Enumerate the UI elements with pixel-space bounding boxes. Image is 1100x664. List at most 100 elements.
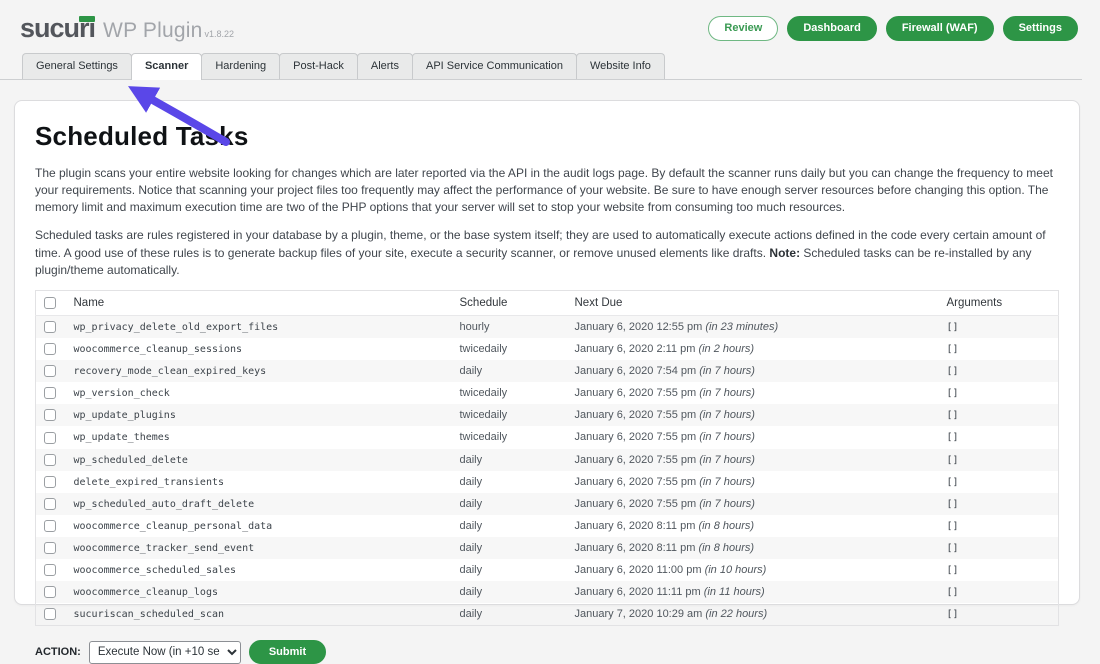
table-row: woocommerce_cleanup_personal_datadailyJa… xyxy=(36,515,1059,537)
task-schedule: daily xyxy=(452,471,567,493)
task-next-due: January 6, 2020 7:55 pm (in 7 hours) xyxy=(567,404,939,426)
table-row: wp_update_pluginstwicedailyJanuary 6, 20… xyxy=(36,404,1059,426)
submit-button[interactable]: Submit xyxy=(249,640,326,664)
description-paragraph-1: The plugin scans your entire website loo… xyxy=(35,165,1059,216)
description-paragraph-2: Scheduled tasks are rules registered in … xyxy=(35,227,1059,278)
task-name: woocommerce_cleanup_logs xyxy=(74,587,219,598)
task-schedule: daily xyxy=(452,449,567,471)
firewall-waf-button[interactable]: Firewall (WAF) xyxy=(886,16,994,40)
task-name: woocommerce_scheduled_sales xyxy=(74,565,237,576)
action-select[interactable]: Execute Now (in +10 seconds) xyxy=(89,641,241,664)
task-name: wp_update_plugins xyxy=(74,410,176,421)
table-row: woocommerce_cleanup_logsdailyJanuary 6, … xyxy=(36,581,1059,603)
task-next-due: January 6, 2020 8:11 pm (in 8 hours) xyxy=(567,515,939,537)
task-arguments: [] xyxy=(947,521,959,532)
dashboard-button[interactable]: Dashboard xyxy=(787,16,876,40)
task-arguments: [] xyxy=(947,344,959,355)
row-checkbox[interactable] xyxy=(44,454,56,466)
task-schedule: daily xyxy=(452,559,567,581)
table-row: recovery_mode_clean_expired_keysdailyJan… xyxy=(36,360,1059,382)
task-name: woocommerce_cleanup_personal_data xyxy=(74,521,273,532)
page-title: Scheduled Tasks xyxy=(35,121,1059,152)
task-schedule: twicedaily xyxy=(452,338,567,360)
settings-button[interactable]: Settings xyxy=(1003,16,1078,40)
sucuri-logo: sucuri xyxy=(20,15,95,42)
task-name: wp_scheduled_auto_draft_delete xyxy=(74,499,255,510)
task-name: delete_expired_transients xyxy=(74,477,225,488)
task-name: sucuriscan_scheduled_scan xyxy=(74,609,225,620)
row-checkbox[interactable] xyxy=(44,608,56,620)
task-arguments: [] xyxy=(947,477,959,488)
row-checkbox[interactable] xyxy=(44,542,56,554)
action-label: ACTION: xyxy=(35,646,81,658)
task-next-due: January 6, 2020 7:55 pm (in 7 hours) xyxy=(567,449,939,471)
task-name: woocommerce_cleanup_sessions xyxy=(74,344,243,355)
row-checkbox[interactable] xyxy=(44,343,56,355)
version-label: v1.8.22 xyxy=(205,29,235,39)
top-bar: sucuri WP Plugin v1.8.22 Review Dashboar… xyxy=(0,0,1100,52)
tab-website-info[interactable]: Website Info xyxy=(576,53,665,79)
column-header-name: Name xyxy=(66,290,452,315)
row-checkbox[interactable] xyxy=(44,409,56,421)
task-arguments: [] xyxy=(947,543,959,554)
task-arguments: [] xyxy=(947,455,959,466)
task-next-due: January 6, 2020 2:11 pm (in 2 hours) xyxy=(567,338,939,360)
task-next-due: January 6, 2020 11:00 pm (in 10 hours) xyxy=(567,559,939,581)
logo-green-accent xyxy=(79,16,95,22)
task-next-due: January 6, 2020 7:55 pm (in 7 hours) xyxy=(567,426,939,448)
task-arguments: [] xyxy=(947,366,959,377)
content-panel: Scheduled Tasks The plugin scans your en… xyxy=(14,100,1080,605)
task-arguments: [] xyxy=(947,565,959,576)
task-arguments: [] xyxy=(947,587,959,598)
task-schedule: daily xyxy=(452,493,567,515)
row-checkbox[interactable] xyxy=(44,520,56,532)
tab-alerts[interactable]: Alerts xyxy=(357,53,413,79)
column-header-arguments: Arguments xyxy=(939,290,1059,315)
task-name: woocommerce_tracker_send_event xyxy=(74,543,255,554)
tab-general-settings[interactable]: General Settings xyxy=(22,53,132,79)
task-name: recovery_mode_clean_expired_keys xyxy=(74,366,267,377)
task-arguments: [] xyxy=(947,609,959,620)
tab-api-service-communication[interactable]: API Service Communication xyxy=(412,53,577,79)
row-checkbox[interactable] xyxy=(44,476,56,488)
tab-hardening[interactable]: Hardening xyxy=(201,53,280,79)
brand-logo: sucuri WP Plugin v1.8.22 xyxy=(20,15,234,43)
task-schedule: daily xyxy=(452,603,567,626)
row-checkbox[interactable] xyxy=(44,564,56,576)
task-schedule: twicedaily xyxy=(452,426,567,448)
task-arguments: [] xyxy=(947,388,959,399)
task-next-due: January 6, 2020 8:11 pm (in 8 hours) xyxy=(567,537,939,559)
table-row: wp_scheduled_auto_draft_delete dailyJanua… xyxy=(36,493,1059,515)
task-arguments: [] xyxy=(947,432,959,443)
row-checkbox[interactable] xyxy=(44,432,56,444)
task-schedule: daily xyxy=(452,537,567,559)
review-button[interactable]: Review xyxy=(708,16,778,40)
row-checkbox[interactable] xyxy=(44,498,56,510)
column-header-next-due: Next Due xyxy=(567,290,939,315)
note-label: Note: xyxy=(769,246,800,260)
select-all-checkbox[interactable] xyxy=(44,297,56,309)
row-checkbox[interactable] xyxy=(44,365,56,377)
task-schedule: daily xyxy=(452,581,567,603)
task-next-due: January 6, 2020 7:54 pm (in 7 hours) xyxy=(567,360,939,382)
tasks-tbody: wp_privacy_delete_old_export_files hourly… xyxy=(36,315,1059,625)
task-name: wp_privacy_delete_old_export_files xyxy=(74,322,279,333)
tab-post-hack[interactable]: Post-Hack xyxy=(279,53,358,79)
row-checkbox[interactable] xyxy=(44,321,56,333)
tab-scanner[interactable]: Scanner xyxy=(131,53,202,80)
table-header-row: Name Schedule Next Due Arguments xyxy=(36,290,1059,315)
product-name: WP Plugin xyxy=(103,19,202,43)
column-header-schedule: Schedule xyxy=(452,290,567,315)
scheduled-tasks-table: Name Schedule Next Due Arguments wp_priv… xyxy=(35,290,1059,626)
task-name: wp_version_check xyxy=(74,388,170,399)
table-row: sucuriscan_scheduled_scandailyJanuary 7,… xyxy=(36,603,1059,626)
task-schedule: hourly xyxy=(452,315,567,338)
task-next-due: January 6, 2020 7:55 pm (in 7 hours) xyxy=(567,382,939,404)
task-name: wp_update_themes xyxy=(74,432,170,443)
row-checkbox[interactable] xyxy=(44,387,56,399)
row-checkbox[interactable] xyxy=(44,586,56,598)
table-row: woocommerce_scheduled_sales dailyJanuary … xyxy=(36,559,1059,581)
task-next-due: January 6, 2020 7:55 pm (in 7 hours) xyxy=(567,493,939,515)
table-row: wp_privacy_delete_old_export_files hourly… xyxy=(36,315,1059,338)
task-schedule: twicedaily xyxy=(452,382,567,404)
